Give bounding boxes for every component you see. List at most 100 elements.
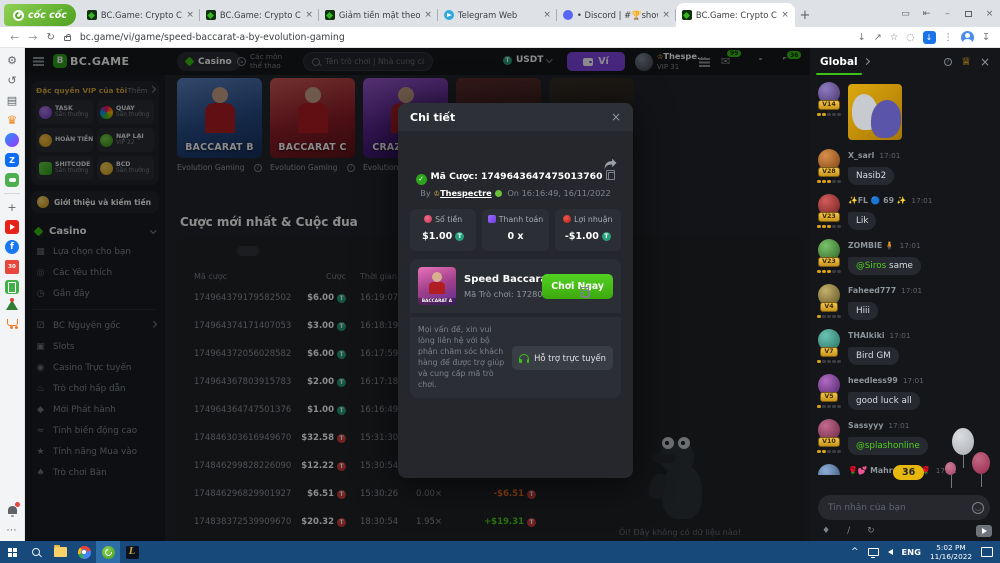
- download-active-icon[interactable]: ↓: [923, 31, 936, 44]
- coccoc-menu-button[interactable]: cốc cốc: [4, 4, 76, 26]
- coin-drop-icon[interactable]: ♦: [822, 526, 830, 536]
- network-icon[interactable]: [868, 548, 879, 556]
- sidebar-nav-item[interactable]: ◆ Mới Phát hành: [31, 399, 159, 420]
- copy-icon[interactable]: [583, 290, 590, 298]
- vip-more-link[interactable]: Thêm: [128, 87, 154, 95]
- hat-icon[interactable]: [6, 300, 18, 310]
- browser-tab[interactable]: BC.Game: Crypto Casino Gam ×: [200, 3, 319, 27]
- minimize-button[interactable]: –: [937, 0, 958, 27]
- share-icon[interactable]: ↗: [874, 32, 882, 43]
- chrome-icon[interactable]: [72, 541, 96, 563]
- chat-username[interactable]: Faheed777: [848, 286, 896, 295]
- vip-card[interactable]: TASKSẵn thưởng: [36, 100, 93, 124]
- info-icon[interactable]: i: [944, 58, 952, 66]
- casino-tab-button[interactable]: Casino: [177, 52, 241, 71]
- site-logo[interactable]: B BC.GAME: [53, 54, 129, 68]
- chat-image[interactable]: [848, 84, 902, 140]
- reading-list-icon[interactable]: ▤: [5, 93, 19, 107]
- emoji-icon[interactable]: ◡: [972, 502, 984, 514]
- browser-tab[interactable]: Giảm tiền mặt theo tiến hóa! ×: [319, 3, 438, 27]
- sidebar-nav-item[interactable]: ▣ Slots: [31, 336, 159, 357]
- modal-close-icon[interactable]: ×: [611, 110, 621, 124]
- hamburger-menu-icon[interactable]: [33, 57, 44, 59]
- tab-close-icon[interactable]: ×: [305, 10, 313, 20]
- bets-tab[interactable]: [237, 246, 259, 256]
- send-button[interactable]: [976, 525, 992, 537]
- facebook-icon[interactable]: f: [5, 240, 19, 254]
- sports-tab-button[interactable]: Các mônthể thao: [237, 53, 282, 71]
- sidebar-nav-item[interactable]: ◷ Gần đây: [31, 283, 159, 304]
- profile-avatar-icon[interactable]: [961, 31, 974, 44]
- league-of-legends-icon[interactable]: L: [120, 541, 144, 563]
- browser-tab[interactable]: BC.Game: Crypto Casino Gam ×: [676, 3, 795, 27]
- sidebar-nav-item[interactable]: ★ Tính năng Mua vào: [31, 441, 159, 462]
- vip-card[interactable]: BCDSẵn thưởng: [97, 156, 154, 180]
- chat-username[interactable]: ✨FL 🔵 69 ✨: [848, 196, 906, 205]
- tab-close-icon[interactable]: ×: [543, 10, 551, 20]
- browser-tab[interactable]: BC.Game: Crypto Casino Gam ×: [81, 3, 200, 27]
- crown-icon[interactable]: ♛: [5, 113, 19, 127]
- battery-icon[interactable]: [5, 280, 19, 294]
- volume-icon[interactable]: [888, 549, 893, 555]
- copy-icon[interactable]: [608, 172, 615, 180]
- referral-button[interactable]: Giới thiệu và kiếm tiền: [31, 191, 159, 213]
- cart-icon[interactable]: [7, 319, 18, 326]
- vip-card[interactable]: HOÀN TIỀN XẤU: [36, 128, 93, 152]
- downloads-tray-icon[interactable]: ↧: [982, 32, 990, 43]
- refresh-icon[interactable]: ↻: [867, 526, 875, 536]
- vip-card[interactable]: QUAYSẵn thưởng: [97, 100, 154, 124]
- tab-close-icon[interactable]: ×: [424, 10, 432, 20]
- file-explorer-icon[interactable]: [48, 541, 72, 563]
- close-window-button[interactable]: ×: [979, 0, 1000, 27]
- mail-icon[interactable]: ✉99: [721, 56, 730, 67]
- youtube-icon[interactable]: [5, 220, 19, 234]
- zalo-icon[interactable]: Z: [5, 153, 19, 167]
- game-thumbnail[interactable]: BACCARAT A: [418, 267, 456, 305]
- calendar-icon[interactable]: 30: [5, 260, 19, 274]
- sidebar-nav-item[interactable]: ♨ Trò chơi hấp dẫn: [31, 378, 159, 399]
- chat-username[interactable]: Sassyyy: [848, 421, 883, 430]
- chat-username[interactable]: heedless99: [848, 376, 898, 385]
- game-card[interactable]: BACCARAT B Evolution Gamingi: [177, 78, 262, 172]
- forward-button[interactable]: →: [28, 32, 37, 43]
- chat-close-icon[interactable]: ×: [980, 56, 990, 68]
- settings-icon[interactable]: ⚙: [5, 53, 19, 67]
- nav-casino-dropdown[interactable]: Casino: [31, 222, 159, 241]
- tab-preview-icon[interactable]: ▭: [895, 0, 916, 27]
- sidebar-nav-item[interactable]: ◎ Các Yêu thích: [31, 262, 159, 283]
- live-support-button[interactable]: Hỗ trợ trực tuyến: [512, 346, 613, 370]
- reload-button[interactable]: ↻: [46, 32, 54, 43]
- coccoc-taskbar-icon[interactable]: [96, 541, 120, 563]
- vip-card[interactable]: NẠP LẠIVIP 22: [97, 128, 154, 152]
- games-icon[interactable]: [5, 173, 19, 187]
- bet-author-name[interactable]: Thespectre: [440, 188, 492, 198]
- bets-tab[interactable]: [269, 246, 291, 256]
- bets-tab[interactable]: [205, 246, 227, 256]
- tab-close-icon[interactable]: ×: [186, 10, 194, 20]
- currency-selector[interactable]: T USDT: [503, 55, 552, 65]
- search-input[interactable]: [325, 57, 424, 66]
- slash-command-icon[interactable]: ∕: [847, 526, 850, 536]
- sidebar-nav-item[interactable]: ♠ Trò chơi Bàn: [31, 462, 159, 483]
- language-indicator[interactable]: ENG: [902, 547, 921, 557]
- bell-icon[interactable]: [5, 503, 19, 517]
- chat-username[interactable]: X_sarl: [848, 151, 874, 160]
- clock[interactable]: 5:02 PM11/16/2022: [930, 543, 972, 562]
- sidebar-nav-item[interactable]: ⚂ BC Nguyên gốc: [31, 315, 159, 336]
- avatar[interactable]: [818, 464, 840, 475]
- info-icon[interactable]: i: [254, 164, 262, 172]
- browser-tab[interactable]: • Discord | #🏆show-off-you ×: [557, 3, 676, 27]
- play-now-button[interactable]: Chơi Ngay: [542, 274, 613, 299]
- new-tab-button[interactable]: +: [795, 4, 815, 26]
- browser-tab[interactable]: Telegram Web ×: [438, 3, 557, 27]
- tab-close-icon[interactable]: ×: [662, 10, 670, 20]
- info-icon[interactable]: i: [347, 164, 355, 172]
- user-profile[interactable]: ♔Thespe...VIP 31: [635, 52, 706, 72]
- adblock-icon[interactable]: ◌: [906, 32, 914, 43]
- vip-card[interactable]: SHITCODESẵn thưởng: [36, 156, 93, 180]
- wallet-button[interactable]: Ví: [567, 52, 625, 71]
- more-icon[interactable]: ⋯: [5, 523, 19, 537]
- start-button[interactable]: [0, 541, 24, 563]
- history-icon[interactable]: ↺: [5, 73, 19, 87]
- chat-username[interactable]: THAIkiki: [848, 331, 885, 340]
